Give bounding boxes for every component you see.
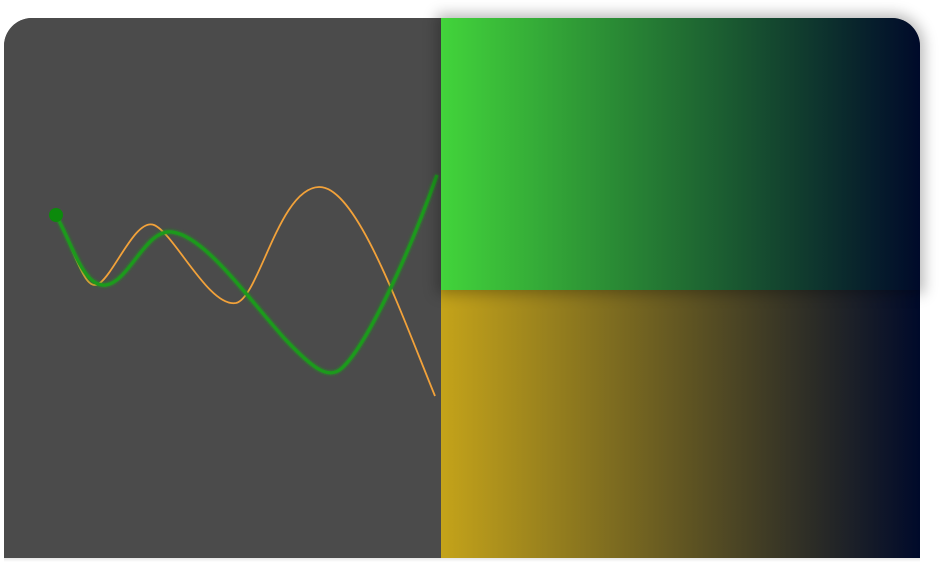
curve-editor-canvas[interactable] bbox=[4, 18, 441, 558]
gold-gradient-swatch[interactable] bbox=[441, 290, 920, 558]
curve-editor-svg[interactable] bbox=[4, 18, 441, 558]
green-curve[interactable] bbox=[54, 174, 439, 375]
green-gradient-swatch[interactable] bbox=[441, 18, 920, 290]
orange-curve[interactable] bbox=[57, 186, 436, 397]
color-swatch-column bbox=[441, 18, 920, 558]
bottom-edge-divider bbox=[4, 558, 920, 562]
app-window bbox=[4, 18, 920, 558]
curve-start-handle[interactable] bbox=[49, 208, 63, 222]
